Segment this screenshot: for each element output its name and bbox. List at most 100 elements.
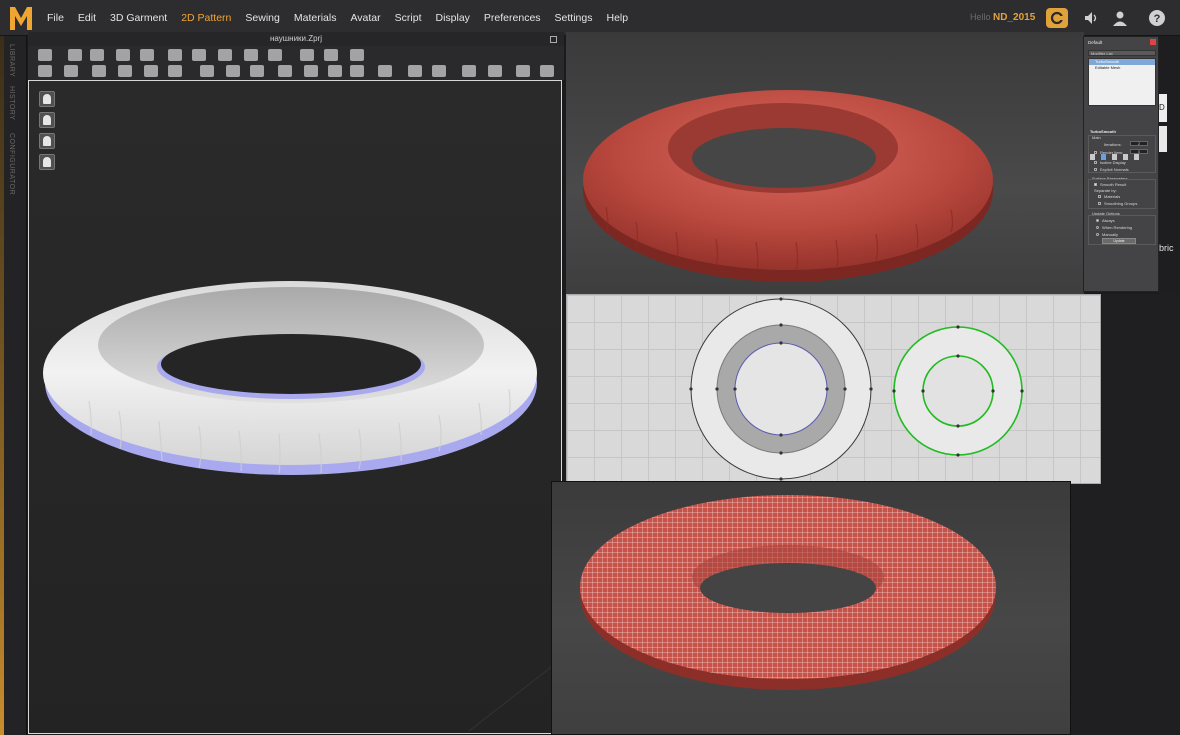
turbosmooth-rollout-title[interactable]: TurboSmooth	[1090, 129, 1116, 134]
user-name[interactable]: ND_2015	[993, 12, 1035, 23]
background-panel-lower	[1071, 484, 1104, 735]
tool-icon-r2-19[interactable]	[540, 65, 554, 77]
side-panel-tabs: LIBRARY HISTORY CONFIGURATOR	[0, 36, 27, 735]
background-panel	[1102, 294, 1180, 735]
explicit-normals-checkbox[interactable]	[1094, 168, 1097, 171]
menu-sewing[interactable]: Sewing	[238, 12, 286, 24]
configurator-tab[interactable]: CONFIGURATOR	[8, 133, 15, 195]
tool-icon-r1-6[interactable]	[192, 49, 206, 61]
tool-icon-r1-5[interactable]	[168, 49, 182, 61]
tool-icon-r2-2[interactable]	[92, 65, 106, 77]
menu-avatar[interactable]: Avatar	[343, 12, 387, 24]
menu-help[interactable]: Help	[600, 12, 636, 24]
cloud-icon[interactable]	[1046, 8, 1068, 28]
tool-icon-r2-10[interactable]	[304, 65, 318, 77]
smooth-result-checkbox[interactable]	[1094, 183, 1097, 186]
partial-panel-field	[1159, 126, 1167, 152]
tool-icon-r2-6[interactable]	[200, 65, 214, 77]
tool-icon-r1-10[interactable]	[300, 49, 314, 61]
tool-icon-r2-11[interactable]	[328, 65, 342, 77]
materials-label: Materials	[1104, 194, 1121, 199]
tool-icon-r2-15[interactable]	[432, 65, 446, 77]
render-iters-checkbox[interactable]	[1094, 151, 1097, 154]
render-iters-spinner[interactable]: 0	[1130, 149, 1148, 154]
explicit-normals-label: Explicit Normals	[1100, 167, 1129, 172]
render-iters-label: Render Iters:	[1100, 150, 1124, 155]
user-icon[interactable]	[1111, 9, 1129, 27]
iterations-spinner[interactable]: 2	[1130, 141, 1148, 146]
object-name-field[interactable]: Default	[1088, 40, 1102, 45]
tool-icon-r1-1[interactable]	[68, 49, 82, 61]
menu-3d-garment[interactable]: 3D Garment	[103, 12, 174, 24]
modifier-panel: Default Modifier List TurboSmooth Editab…	[1083, 36, 1159, 292]
tool-icon-r2-16[interactable]	[462, 65, 476, 77]
isoline-checkbox[interactable]	[1094, 161, 1097, 164]
tool-icon-r2-18[interactable]	[516, 65, 530, 77]
when-rendering-label: When Rendering	[1102, 225, 1133, 230]
smoothing-groups-label: Smoothing Groups	[1104, 201, 1138, 206]
when-rendering-radio[interactable]	[1096, 226, 1099, 229]
tool-icon-r2-17[interactable]	[488, 65, 502, 77]
tool-icon-r2-9[interactable]	[278, 65, 292, 77]
tool-icon-r1-9[interactable]	[268, 49, 282, 61]
app-logo[interactable]	[8, 4, 34, 32]
tool-icon-r2-13[interactable]	[378, 65, 392, 77]
white-torus-render	[43, 281, 560, 732]
tool-icon-r1-3[interactable]	[116, 49, 130, 61]
2d-pattern-view[interactable]	[566, 294, 1101, 484]
tool-icon-r2-0[interactable]	[38, 65, 52, 77]
library-tab[interactable]: LIBRARY	[8, 44, 15, 77]
tool-icon-r1-12[interactable]	[350, 49, 364, 61]
smooth-render-view	[566, 32, 1084, 294]
maximize-icon[interactable]	[550, 35, 558, 43]
pattern-pieces	[689, 297, 1024, 481]
user-greeting: Hello ND_2015	[970, 12, 1035, 23]
tool-icon-r2-7[interactable]	[226, 65, 240, 77]
stack-item-editable-mesh[interactable]: Editable Mesh	[1089, 65, 1155, 71]
always-label: Always	[1102, 218, 1115, 223]
tool-icon-r1-7[interactable]	[218, 49, 232, 61]
menu-preferences[interactable]: Preferences	[477, 12, 548, 24]
update-button[interactable]: Update	[1102, 238, 1136, 244]
wireframe-render-view	[551, 481, 1071, 735]
app-root: File Edit 3D Garment 2D Pattern Sewing Materi…	[0, 0, 1180, 735]
tool-icon-r1-0[interactable]	[38, 49, 52, 61]
3d-toolbar	[28, 46, 564, 80]
menu-settings[interactable]: Settings	[548, 12, 600, 24]
tool-icon-r2-3[interactable]	[118, 65, 132, 77]
tool-icon-r2-1[interactable]	[64, 65, 78, 77]
materials-checkbox[interactable]	[1098, 195, 1101, 198]
menu-display[interactable]: Display	[428, 12, 476, 24]
tool-icon-r1-11[interactable]	[324, 49, 338, 61]
help-icon[interactable]: ?	[1148, 9, 1166, 27]
partial-tab-letter: D	[1159, 103, 1165, 112]
tool-icon-r2-8[interactable]	[250, 65, 264, 77]
tool-icon-r2-14[interactable]	[408, 65, 422, 77]
main-menu: File Edit 3D Garment 2D Pattern Sewing Materi…	[40, 0, 635, 36]
fabric-label-partial: bric	[1159, 243, 1174, 253]
modifier-list-dropdown[interactable]: Modifier List	[1088, 50, 1156, 56]
3d-garment-viewport[interactable]	[28, 80, 562, 734]
menu-materials[interactable]: Materials	[287, 12, 344, 24]
history-tab[interactable]: HISTORY	[8, 86, 15, 120]
menu-edit[interactable]: Edit	[71, 12, 103, 24]
inner-ring-pattern[interactable]	[893, 326, 1023, 456]
manually-radio[interactable]	[1096, 233, 1099, 236]
menu-file[interactable]: File	[40, 12, 71, 24]
tool-icon-r2-4[interactable]	[144, 65, 158, 77]
always-radio[interactable]	[1096, 219, 1099, 222]
window-title: наушники.Zprj	[28, 32, 564, 46]
tool-icon-r1-4[interactable]	[140, 49, 154, 61]
menu-script[interactable]: Script	[388, 12, 429, 24]
tool-icon-r1-8[interactable]	[244, 49, 258, 61]
modifier-stack: TurboSmooth Editable Mesh	[1088, 58, 1156, 106]
color-swatch[interactable]	[1150, 39, 1156, 45]
hello-label: Hello	[970, 12, 991, 22]
smoothing-groups-checkbox[interactable]	[1098, 202, 1101, 205]
tool-icon-r1-2[interactable]	[90, 49, 104, 61]
tool-icon-r2-5[interactable]	[168, 65, 182, 77]
menu-2d-pattern[interactable]: 2D Pattern	[174, 12, 238, 24]
manually-label: Manually	[1102, 232, 1119, 237]
speaker-icon[interactable]	[1082, 9, 1100, 27]
tool-icon-r2-12[interactable]	[350, 65, 364, 77]
